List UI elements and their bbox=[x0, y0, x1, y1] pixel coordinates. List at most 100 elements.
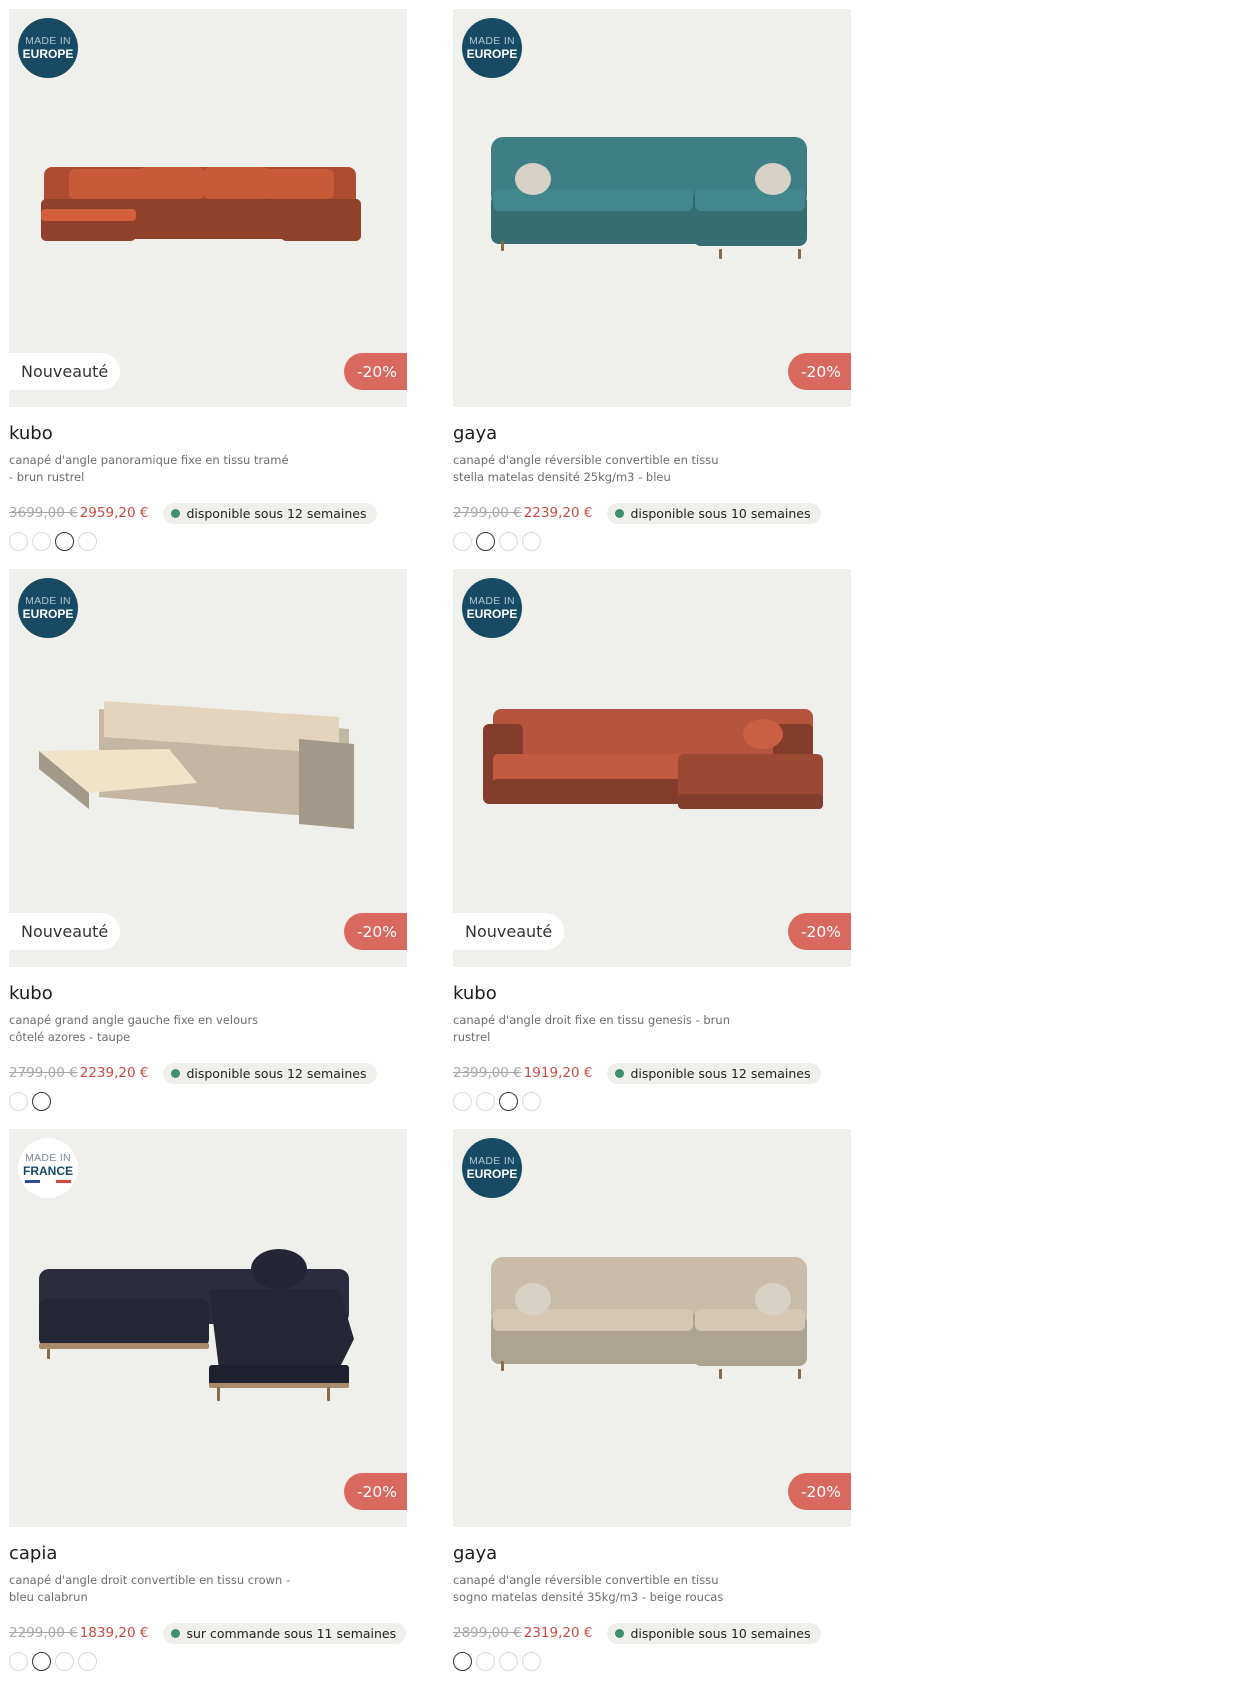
price-row: 2899,00 € 2319,20 € disponible sous 10 s… bbox=[453, 1622, 821, 1644]
availability-text: disponible sous 12 semaines bbox=[630, 1065, 811, 1081]
color-swatch[interactable] bbox=[78, 532, 97, 551]
availability-text: disponible sous 10 semaines bbox=[630, 505, 811, 521]
made-in-label: MADE IN bbox=[469, 595, 515, 608]
made-in-badge: MADE IN EUROPE bbox=[18, 18, 78, 78]
product-name[interactable]: kubo bbox=[9, 983, 53, 1004]
availability-dot-icon bbox=[615, 508, 625, 518]
availability-text: disponible sous 12 semaines bbox=[186, 1065, 367, 1081]
product-image[interactable]: MADE IN FRANCE -20% bbox=[9, 1129, 407, 1527]
availability-text: sur commande sous 11 semaines bbox=[186, 1625, 397, 1641]
color-swatch[interactable] bbox=[476, 532, 495, 551]
color-swatches bbox=[9, 1092, 55, 1111]
made-in-region: EUROPE bbox=[466, 1166, 518, 1181]
product-description: canapé d'angle réversible convertible en… bbox=[453, 453, 719, 484]
product-name[interactable]: capia bbox=[9, 1543, 57, 1564]
product-description: canapé d'angle droit fixe en tissu genes… bbox=[453, 1013, 730, 1044]
sale-price: 2239,20 € bbox=[523, 505, 593, 521]
color-swatches bbox=[453, 1092, 545, 1111]
product-description: canapé grand angle gauche fixe en velour… bbox=[9, 1013, 259, 1044]
product-description: canapé d'angle réversible convertible en… bbox=[453, 1573, 724, 1604]
product-image[interactable]: MADE IN EUROPE -20% bbox=[453, 9, 851, 407]
availability-badge: disponible sous 12 semaines bbox=[163, 1062, 377, 1084]
sale-price: 1839,20 € bbox=[79, 1625, 149, 1641]
price-row: 2799,00 € 2239,20 € disponible sous 12 s… bbox=[9, 1062, 377, 1084]
color-swatch[interactable] bbox=[499, 532, 518, 551]
product-name[interactable]: kubo bbox=[453, 983, 497, 1004]
product-image[interactable]: MADE IN EUROPE Nouveauté -20% bbox=[9, 569, 407, 967]
color-swatch[interactable] bbox=[55, 532, 74, 551]
product-image[interactable]: MADE IN EUROPE -20% bbox=[453, 1129, 851, 1527]
made-in-region: EUROPE bbox=[22, 606, 74, 621]
product-card[interactable]: MADE IN EUROPE Nouveauté -20% kubo canap… bbox=[9, 569, 407, 1124]
old-price: 2799,00 € bbox=[9, 1065, 78, 1081]
discount-badge: -20% bbox=[787, 353, 851, 390]
price-row: 2299,00 € 1839,20 € sur commande sous 11… bbox=[9, 1622, 407, 1644]
made-in-region: FRANCE bbox=[23, 1163, 73, 1178]
color-swatch[interactable] bbox=[453, 532, 472, 551]
made-in-label: MADE IN bbox=[469, 1155, 515, 1168]
old-price: 2799,00 € bbox=[453, 505, 522, 521]
product-description: canapé d'angle panoramique fixe en tissu… bbox=[9, 453, 289, 484]
discount-badge: -20% bbox=[343, 353, 407, 390]
color-swatches bbox=[9, 532, 101, 551]
made-in-label: MADE IN bbox=[25, 35, 71, 48]
price-row: 2799,00 € 2239,20 € disponible sous 10 s… bbox=[453, 502, 821, 524]
product-name[interactable]: gaya bbox=[453, 423, 497, 444]
product-card[interactable]: MADE IN EUROPE -20% gaya canapé d'angle … bbox=[453, 9, 851, 564]
color-swatch[interactable] bbox=[522, 1652, 541, 1671]
color-swatch[interactable] bbox=[476, 1092, 495, 1111]
old-price: 2399,00 € bbox=[453, 1065, 522, 1081]
color-swatch[interactable] bbox=[9, 1092, 28, 1111]
old-price: 2299,00 € bbox=[9, 1625, 78, 1641]
french-flag-icon bbox=[25, 1179, 71, 1183]
new-badge: Nouveauté bbox=[9, 913, 121, 950]
color-swatch[interactable] bbox=[476, 1652, 495, 1671]
product-card[interactable]: MADE IN EUROPE Nouveauté -20% kubo canap… bbox=[9, 9, 407, 564]
color-swatch[interactable] bbox=[55, 1652, 74, 1671]
product-name[interactable]: kubo bbox=[9, 423, 53, 444]
sale-price: 2319,20 € bbox=[523, 1625, 593, 1641]
made-in-label: MADE IN bbox=[25, 1152, 71, 1165]
availability-badge: disponible sous 12 semaines bbox=[607, 1062, 821, 1084]
color-swatch[interactable] bbox=[32, 1092, 51, 1111]
discount-badge: -20% bbox=[343, 913, 407, 950]
availability-dot-icon bbox=[615, 1628, 625, 1638]
old-price: 3699,00 € bbox=[9, 505, 78, 521]
color-swatch[interactable] bbox=[522, 532, 541, 551]
color-swatch[interactable] bbox=[499, 1092, 518, 1111]
made-in-badge: MADE IN EUROPE bbox=[462, 1138, 522, 1198]
made-in-region: EUROPE bbox=[466, 46, 518, 61]
color-swatch[interactable] bbox=[78, 1652, 97, 1671]
new-badge: Nouveauté bbox=[453, 913, 565, 950]
color-swatch[interactable] bbox=[9, 532, 28, 551]
product-image[interactable]: MADE IN EUROPE Nouveauté -20% bbox=[453, 569, 851, 967]
color-swatch[interactable] bbox=[32, 1652, 51, 1671]
color-swatch[interactable] bbox=[453, 1652, 472, 1671]
sale-price: 1919,20 € bbox=[523, 1065, 593, 1081]
made-in-badge: MADE IN EUROPE bbox=[18, 578, 78, 638]
discount-badge: -20% bbox=[787, 913, 851, 950]
product-card[interactable]: MADE IN EUROPE Nouveauté -20% kubo canap… bbox=[453, 569, 851, 1124]
color-swatch[interactable] bbox=[522, 1092, 541, 1111]
product-name[interactable]: gaya bbox=[453, 1543, 497, 1564]
color-swatch[interactable] bbox=[32, 532, 51, 551]
color-swatches bbox=[453, 1652, 545, 1671]
product-image[interactable]: MADE IN EUROPE Nouveauté -20% bbox=[9, 9, 407, 407]
made-in-label: MADE IN bbox=[469, 35, 515, 48]
new-badge: Nouveauté bbox=[9, 353, 121, 390]
discount-badge: -20% bbox=[787, 1473, 851, 1510]
color-swatches bbox=[9, 1652, 101, 1671]
price-row: 3699,00 € 2959,20 € disponible sous 12 s… bbox=[9, 502, 377, 524]
availability-text: disponible sous 12 semaines bbox=[186, 505, 367, 521]
color-swatch[interactable] bbox=[9, 1652, 28, 1671]
sale-price: 2959,20 € bbox=[79, 505, 149, 521]
product-card[interactable]: MADE IN EUROPE -20% gaya canapé d'angle … bbox=[453, 1129, 851, 1684]
availability-dot-icon bbox=[615, 1068, 625, 1078]
availability-badge: disponible sous 10 semaines bbox=[607, 1622, 821, 1644]
sale-price: 2239,20 € bbox=[79, 1065, 149, 1081]
color-swatch[interactable] bbox=[453, 1092, 472, 1111]
color-swatch[interactable] bbox=[499, 1652, 518, 1671]
product-card[interactable]: MADE IN FRANCE -20% capia canapé d'angle… bbox=[9, 1129, 407, 1684]
availability-badge: disponible sous 10 semaines bbox=[607, 502, 821, 524]
made-in-badge: MADE IN EUROPE bbox=[462, 18, 522, 78]
